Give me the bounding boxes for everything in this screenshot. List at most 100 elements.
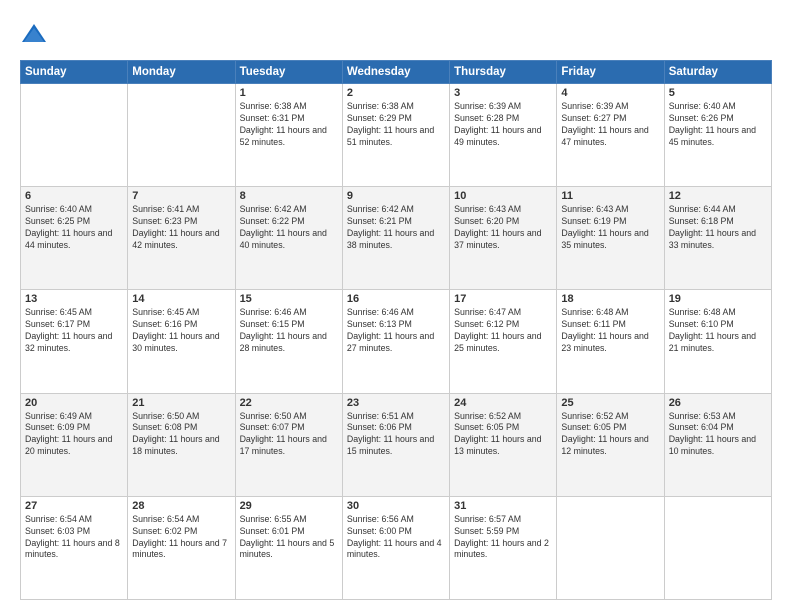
day-info: Sunrise: 6:39 AM Sunset: 6:28 PM Dayligh… <box>454 101 552 149</box>
calendar-cell: 19Sunrise: 6:48 AM Sunset: 6:10 PM Dayli… <box>664 290 771 393</box>
calendar-cell: 21 Sunrise: 6:50 AM Sunset: 6:08 PM Dayli… <box>128 393 235 496</box>
day-info: Sunrise: 6:40 AM Sunset: 6:25 PM Dayligh… <box>25 204 123 252</box>
calendar-cell: 7 Sunrise: 6:41 AM Sunset: 6:23 PM Daylig… <box>128 187 235 290</box>
day-number: 20 <box>25 397 123 409</box>
calendar-cell: 9Sunrise: 6:42 AM Sunset: 6:21 PM Daylig… <box>342 187 449 290</box>
day-number: 9 <box>347 190 445 202</box>
calendar-cell: 3 Sunrise: 6:39 AM Sunset: 6:28 PM Daylig… <box>450 84 557 187</box>
day-number: 23 <box>347 397 445 409</box>
day-number: 22 <box>240 397 338 409</box>
day-info: Sunrise: 6:48 AM Sunset: 6:11 PM Dayligh… <box>561 307 659 355</box>
day-info: Sunrise: 6:57 AM Sunset: 5:59 PM Dayligh… <box>454 514 552 562</box>
day-info: Sunrise: 6:45 AM Sunset: 6:16 PM Dayligh… <box>132 307 230 355</box>
calendar-week-row: 1 Sunrise: 6:38 AM Sunset: 6:31 PM Daylig… <box>21 84 772 187</box>
day-number: 27 <box>25 500 123 512</box>
calendar-cell <box>128 84 235 187</box>
day-number: 8 <box>240 190 338 202</box>
day-info: Sunrise: 6:54 AM Sunset: 6:03 PM Dayligh… <box>25 514 123 562</box>
day-number: 24 <box>454 397 552 409</box>
day-info: Sunrise: 6:52 AM Sunset: 6:05 PM Dayligh… <box>561 411 659 459</box>
day-number: 6 <box>25 190 123 202</box>
day-info: Sunrise: 6:44 AM Sunset: 6:18 PM Dayligh… <box>669 204 767 252</box>
day-number: 4 <box>561 87 659 99</box>
calendar-cell <box>21 84 128 187</box>
day-number: 15 <box>240 293 338 305</box>
calendar-cell: 29 Sunrise: 6:55 AM Sunset: 6:01 PM Dayli… <box>235 496 342 599</box>
logo-icon <box>20 22 48 50</box>
day-number: 13 <box>25 293 123 305</box>
day-number: 30 <box>347 500 445 512</box>
calendar-week-row: 20 Sunrise: 6:49 AM Sunset: 6:09 PM Dayli… <box>21 393 772 496</box>
day-number: 7 <box>132 190 230 202</box>
day-number: 31 <box>454 500 552 512</box>
calendar-cell: 18 Sunrise: 6:48 AM Sunset: 6:11 PM Dayli… <box>557 290 664 393</box>
calendar-cell: 1 Sunrise: 6:38 AM Sunset: 6:31 PM Daylig… <box>235 84 342 187</box>
calendar-cell <box>664 496 771 599</box>
day-info: Sunrise: 6:56 AM Sunset: 6:00 PM Dayligh… <box>347 514 445 562</box>
day-number: 2 <box>347 87 445 99</box>
day-info: Sunrise: 6:38 AM Sunset: 6:29 PM Dayligh… <box>347 101 445 149</box>
day-number: 10 <box>454 190 552 202</box>
calendar-cell: 28Sunrise: 6:54 AM Sunset: 6:02 PM Dayli… <box>128 496 235 599</box>
day-info: Sunrise: 6:40 AM Sunset: 6:26 PM Dayligh… <box>669 101 767 149</box>
calendar-cell: 17 Sunrise: 6:47 AM Sunset: 6:12 PM Dayli… <box>450 290 557 393</box>
calendar-cell: 25 Sunrise: 6:52 AM Sunset: 6:05 PM Dayli… <box>557 393 664 496</box>
calendar-cell: 6 Sunrise: 6:40 AM Sunset: 6:25 PM Daylig… <box>21 187 128 290</box>
calendar-header-row: SundayMondayTuesdayWednesdayThursdayFrid… <box>21 61 772 84</box>
header <box>20 18 772 50</box>
day-info: Sunrise: 6:50 AM Sunset: 6:08 PM Dayligh… <box>132 411 230 459</box>
day-number: 25 <box>561 397 659 409</box>
calendar-cell: 2 Sunrise: 6:38 AM Sunset: 6:29 PM Daylig… <box>342 84 449 187</box>
day-number: 16 <box>347 293 445 305</box>
day-info: Sunrise: 6:42 AM Sunset: 6:22 PM Dayligh… <box>240 204 338 252</box>
calendar-cell: 27 Sunrise: 6:54 AM Sunset: 6:03 PM Dayli… <box>21 496 128 599</box>
day-number: 5 <box>669 87 767 99</box>
calendar-cell: 11 Sunrise: 6:43 AM Sunset: 6:19 PM Dayli… <box>557 187 664 290</box>
day-info: Sunrise: 6:43 AM Sunset: 6:19 PM Dayligh… <box>561 204 659 252</box>
calendar-cell: 16 Sunrise: 6:46 AM Sunset: 6:13 PM Dayli… <box>342 290 449 393</box>
calendar-cell: 8 Sunrise: 6:42 AM Sunset: 6:22 PM Daylig… <box>235 187 342 290</box>
day-info: Sunrise: 6:38 AM Sunset: 6:31 PM Dayligh… <box>240 101 338 149</box>
calendar-cell: 15 Sunrise: 6:46 AM Sunset: 6:15 PM Dayli… <box>235 290 342 393</box>
day-number: 11 <box>561 190 659 202</box>
calendar-table: SundayMondayTuesdayWednesdayThursdayFrid… <box>20 60 772 600</box>
day-number: 21 <box>132 397 230 409</box>
day-info: Sunrise: 6:49 AM Sunset: 6:09 PM Dayligh… <box>25 411 123 459</box>
day-info: Sunrise: 6:41 AM Sunset: 6:23 PM Dayligh… <box>132 204 230 252</box>
day-header-monday: Monday <box>128 61 235 84</box>
day-info: Sunrise: 6:51 AM Sunset: 6:06 PM Dayligh… <box>347 411 445 459</box>
calendar-week-row: 13 Sunrise: 6:45 AM Sunset: 6:17 PM Dayli… <box>21 290 772 393</box>
day-info: Sunrise: 6:55 AM Sunset: 6:01 PM Dayligh… <box>240 514 338 562</box>
day-info: Sunrise: 6:48 AM Sunset: 6:10 PM Dayligh… <box>669 307 767 355</box>
calendar-cell: 14 Sunrise: 6:45 AM Sunset: 6:16 PM Dayli… <box>128 290 235 393</box>
day-info: Sunrise: 6:39 AM Sunset: 6:27 PM Dayligh… <box>561 101 659 149</box>
calendar-cell <box>557 496 664 599</box>
day-info: Sunrise: 6:47 AM Sunset: 6:12 PM Dayligh… <box>454 307 552 355</box>
day-number: 14 <box>132 293 230 305</box>
day-number: 29 <box>240 500 338 512</box>
day-info: Sunrise: 6:46 AM Sunset: 6:15 PM Dayligh… <box>240 307 338 355</box>
calendar-cell: 20 Sunrise: 6:49 AM Sunset: 6:09 PM Dayli… <box>21 393 128 496</box>
day-info: Sunrise: 6:45 AM Sunset: 6:17 PM Dayligh… <box>25 307 123 355</box>
calendar-cell: 13 Sunrise: 6:45 AM Sunset: 6:17 PM Dayli… <box>21 290 128 393</box>
day-number: 26 <box>669 397 767 409</box>
day-info: Sunrise: 6:52 AM Sunset: 6:05 PM Dayligh… <box>454 411 552 459</box>
calendar-cell: 5 Sunrise: 6:40 AM Sunset: 6:26 PM Daylig… <box>664 84 771 187</box>
day-info: Sunrise: 6:53 AM Sunset: 6:04 PM Dayligh… <box>669 411 767 459</box>
day-number: 3 <box>454 87 552 99</box>
day-info: Sunrise: 6:46 AM Sunset: 6:13 PM Dayligh… <box>347 307 445 355</box>
day-header-thursday: Thursday <box>450 61 557 84</box>
day-header-tuesday: Tuesday <box>235 61 342 84</box>
day-info: Sunrise: 6:50 AM Sunset: 6:07 PM Dayligh… <box>240 411 338 459</box>
day-number: 18 <box>561 293 659 305</box>
day-number: 17 <box>454 293 552 305</box>
day-number: 12 <box>669 190 767 202</box>
day-number: 1 <box>240 87 338 99</box>
day-header-friday: Friday <box>557 61 664 84</box>
calendar-cell: 26 Sunrise: 6:53 AM Sunset: 6:04 PM Dayli… <box>664 393 771 496</box>
day-info: Sunrise: 6:43 AM Sunset: 6:20 PM Dayligh… <box>454 204 552 252</box>
calendar-cell: 22 Sunrise: 6:50 AM Sunset: 6:07 PM Dayli… <box>235 393 342 496</box>
logo <box>20 22 52 50</box>
calendar-cell: 31 Sunrise: 6:57 AM Sunset: 5:59 PM Dayli… <box>450 496 557 599</box>
calendar-week-row: 27 Sunrise: 6:54 AM Sunset: 6:03 PM Dayli… <box>21 496 772 599</box>
